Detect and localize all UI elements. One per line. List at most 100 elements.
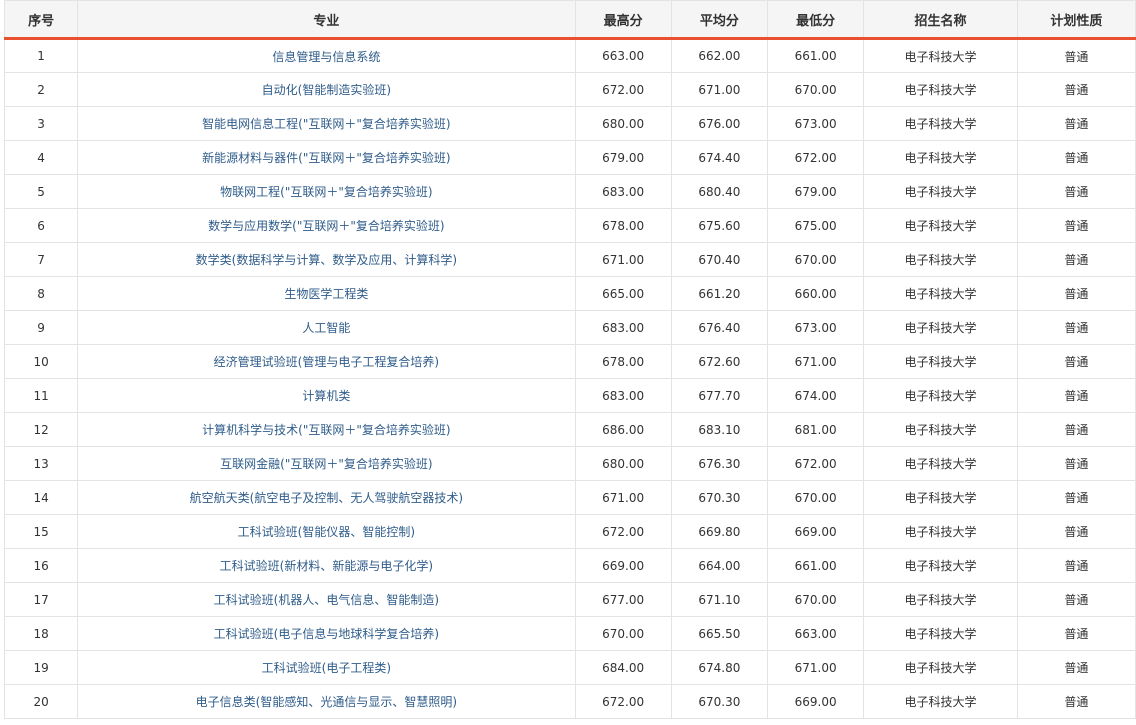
cell-major: 航空航天类(航空电子及控制、无人驾驶航空器技术): [77, 480, 576, 515]
cell-index: 2: [3, 72, 79, 107]
cell-avg-score: 672.60: [670, 344, 769, 379]
major-link[interactable]: 工科试验班(电子工程类): [262, 661, 391, 675]
cell-major: 人工智能: [77, 310, 576, 345]
cell-plan-type: 普通: [1016, 106, 1136, 141]
cell-school: 电子科技大学: [863, 650, 1018, 685]
major-link[interactable]: 新能源材料与器件("互联网＋"复合培养实验班): [202, 151, 450, 165]
table-row: 20 电子信息类(智能感知、光通信与显示、智慧照明) 672.00 670.30 669…: [3, 684, 1136, 719]
cell-avg-score: 670.30: [670, 480, 769, 515]
table-row: 7 数学类(数据科学与计算、数学及应用、计算科学) 671.00 670.40 670.…: [3, 242, 1136, 277]
cell-major: 物联网工程("互联网＋"复合培养实验班): [77, 174, 576, 209]
cell-major: 电子信息类(智能感知、光通信与显示、智慧照明): [77, 684, 576, 719]
major-link[interactable]: 人工智能: [302, 321, 350, 335]
cell-min-score: 675.00: [766, 208, 865, 243]
table-body: 1 信息管理与信息系统 663.00 662.00 661.00 电子科技大学 普通 2 自动化…: [3, 38, 1136, 719]
cell-min-score: 670.00: [766, 242, 865, 277]
table-row: 17 工科试验班(机器人、电气信息、智能制造) 677.00 671.10 670.00…: [3, 582, 1136, 617]
cell-school: 电子科技大学: [863, 242, 1018, 277]
cell-plan-type: 普通: [1016, 344, 1136, 379]
major-link[interactable]: 物联网工程("互联网＋"复合培养实验班): [220, 185, 432, 199]
major-link[interactable]: 自动化(智能制造实验班): [262, 83, 391, 97]
major-link[interactable]: 数学与应用数学("互联网＋"复合培养实验班): [208, 219, 444, 233]
cell-min-score: 671.00: [766, 650, 865, 685]
major-link[interactable]: 经济管理试验班(管理与电子工程复合培养): [214, 355, 439, 369]
cell-max-score: 679.00: [574, 140, 672, 175]
cell-school: 电子科技大学: [863, 310, 1018, 345]
cell-min-score: 673.00: [766, 310, 865, 345]
cell-max-score: 680.00: [574, 446, 672, 481]
cell-plan-type: 普通: [1016, 480, 1136, 515]
cell-plan-type: 普通: [1016, 242, 1136, 277]
table-row: 16 工科试验班(新材料、新能源与电子化学) 669.00 664.00 661.00 电…: [3, 548, 1136, 583]
major-link[interactable]: 互联网金融("互联网＋"复合培养实验班): [220, 457, 432, 471]
header-avg-score: 平均分: [670, 0, 769, 40]
cell-index: 5: [3, 174, 79, 209]
table-row: 4 新能源材料与器件("互联网＋"复合培养实验班) 679.00 674.40 672.…: [3, 140, 1136, 175]
major-link[interactable]: 电子信息类(智能感知、光通信与显示、智慧照明): [196, 695, 457, 709]
cell-index: 8: [3, 276, 79, 311]
major-link[interactable]: 工科试验班(新材料、新能源与电子化学): [220, 559, 433, 573]
table-row: 3 智能电网信息工程("互联网＋"复合培养实验班) 680.00 676.00 673.…: [3, 106, 1136, 141]
cell-major: 经济管理试验班(管理与电子工程复合培养): [77, 344, 576, 379]
cell-plan-type: 普通: [1016, 548, 1136, 583]
cell-min-score: 669.00: [766, 514, 865, 549]
cell-index: 10: [3, 344, 79, 379]
cell-avg-score: 662.00: [670, 38, 769, 73]
table-row: 13 互联网金融("互联网＋"复合培养实验班) 680.00 676.30 672.00…: [3, 446, 1136, 481]
cell-min-score: 674.00: [766, 378, 865, 413]
cell-max-score: 686.00: [574, 412, 672, 447]
table-header: 序号 专业 最高分 平均分 最低分 招生名称 计划性质: [3, 0, 1136, 40]
major-link[interactable]: 航空航天类(航空电子及控制、无人驾驶航空器技术): [190, 491, 463, 505]
cell-index: 13: [3, 446, 79, 481]
major-link[interactable]: 数学类(数据科学与计算、数学及应用、计算科学): [196, 253, 457, 267]
cell-max-score: 663.00: [574, 38, 672, 73]
cell-index: 18: [3, 616, 79, 651]
cell-school: 电子科技大学: [863, 582, 1018, 617]
major-link[interactable]: 工科试验班(机器人、电气信息、智能制造): [214, 593, 439, 607]
cell-school: 电子科技大学: [863, 684, 1018, 719]
major-link[interactable]: 信息管理与信息系统: [272, 50, 380, 64]
cell-min-score: 661.00: [766, 38, 865, 73]
cell-min-score: 673.00: [766, 106, 865, 141]
cell-avg-score: 675.60: [670, 208, 769, 243]
score-table: 序号 专业 最高分 平均分 最低分 招生名称 计划性质 1 信息管理与信息系统 66…: [3, 0, 1136, 719]
cell-school: 电子科技大学: [863, 38, 1018, 73]
cell-plan-type: 普通: [1016, 582, 1136, 617]
major-link[interactable]: 生物医学工程类: [284, 287, 368, 301]
cell-min-score: 681.00: [766, 412, 865, 447]
major-link[interactable]: 计算机科学与技术("互联网＋"复合培养实验班): [202, 423, 450, 437]
cell-major: 数学与应用数学("互联网＋"复合培养实验班): [77, 208, 576, 243]
cell-plan-type: 普通: [1016, 72, 1136, 107]
cell-major: 信息管理与信息系统: [77, 38, 576, 73]
cell-index: 3: [3, 106, 79, 141]
cell-index: 20: [3, 684, 79, 719]
cell-school: 电子科技大学: [863, 344, 1018, 379]
table-row: 9 人工智能 683.00 676.40 673.00 电子科技大学 普通: [3, 310, 1136, 345]
cell-school: 电子科技大学: [863, 140, 1018, 175]
major-link[interactable]: 计算机类: [302, 389, 350, 403]
cell-index: 16: [3, 548, 79, 583]
table-row: 14 航空航天类(航空电子及控制、无人驾驶航空器技术) 671.00 670.30 67…: [3, 480, 1136, 515]
cell-plan-type: 普通: [1016, 412, 1136, 447]
cell-major: 智能电网信息工程("互联网＋"复合培养实验班): [77, 106, 576, 141]
major-link[interactable]: 工科试验班(电子信息与地球科学复合培养): [214, 627, 439, 641]
cell-index: 19: [3, 650, 79, 685]
cell-max-score: 678.00: [574, 344, 672, 379]
cell-index: 15: [3, 514, 79, 549]
cell-avg-score: 671.10: [670, 582, 769, 617]
cell-major: 互联网金融("互联网＋"复合培养实验班): [77, 446, 576, 481]
header-major: 专业: [77, 0, 576, 40]
cell-major: 自动化(智能制造实验班): [77, 72, 576, 107]
header-plan-type: 计划性质: [1016, 0, 1136, 40]
header-min-score: 最低分: [766, 0, 865, 40]
cell-avg-score: 671.00: [670, 72, 769, 107]
cell-avg-score: 680.40: [670, 174, 769, 209]
cell-min-score: 670.00: [766, 72, 865, 107]
cell-index: 9: [3, 310, 79, 345]
cell-avg-score: 676.40: [670, 310, 769, 345]
cell-min-score: 669.00: [766, 684, 865, 719]
major-link[interactable]: 智能电网信息工程("互联网＋"复合培养实验班): [202, 117, 450, 131]
cell-major: 计算机科学与技术("互联网＋"复合培养实验班): [77, 412, 576, 447]
major-link[interactable]: 工科试验班(智能仪器、智能控制): [238, 525, 415, 539]
cell-max-score: 672.00: [574, 72, 672, 107]
